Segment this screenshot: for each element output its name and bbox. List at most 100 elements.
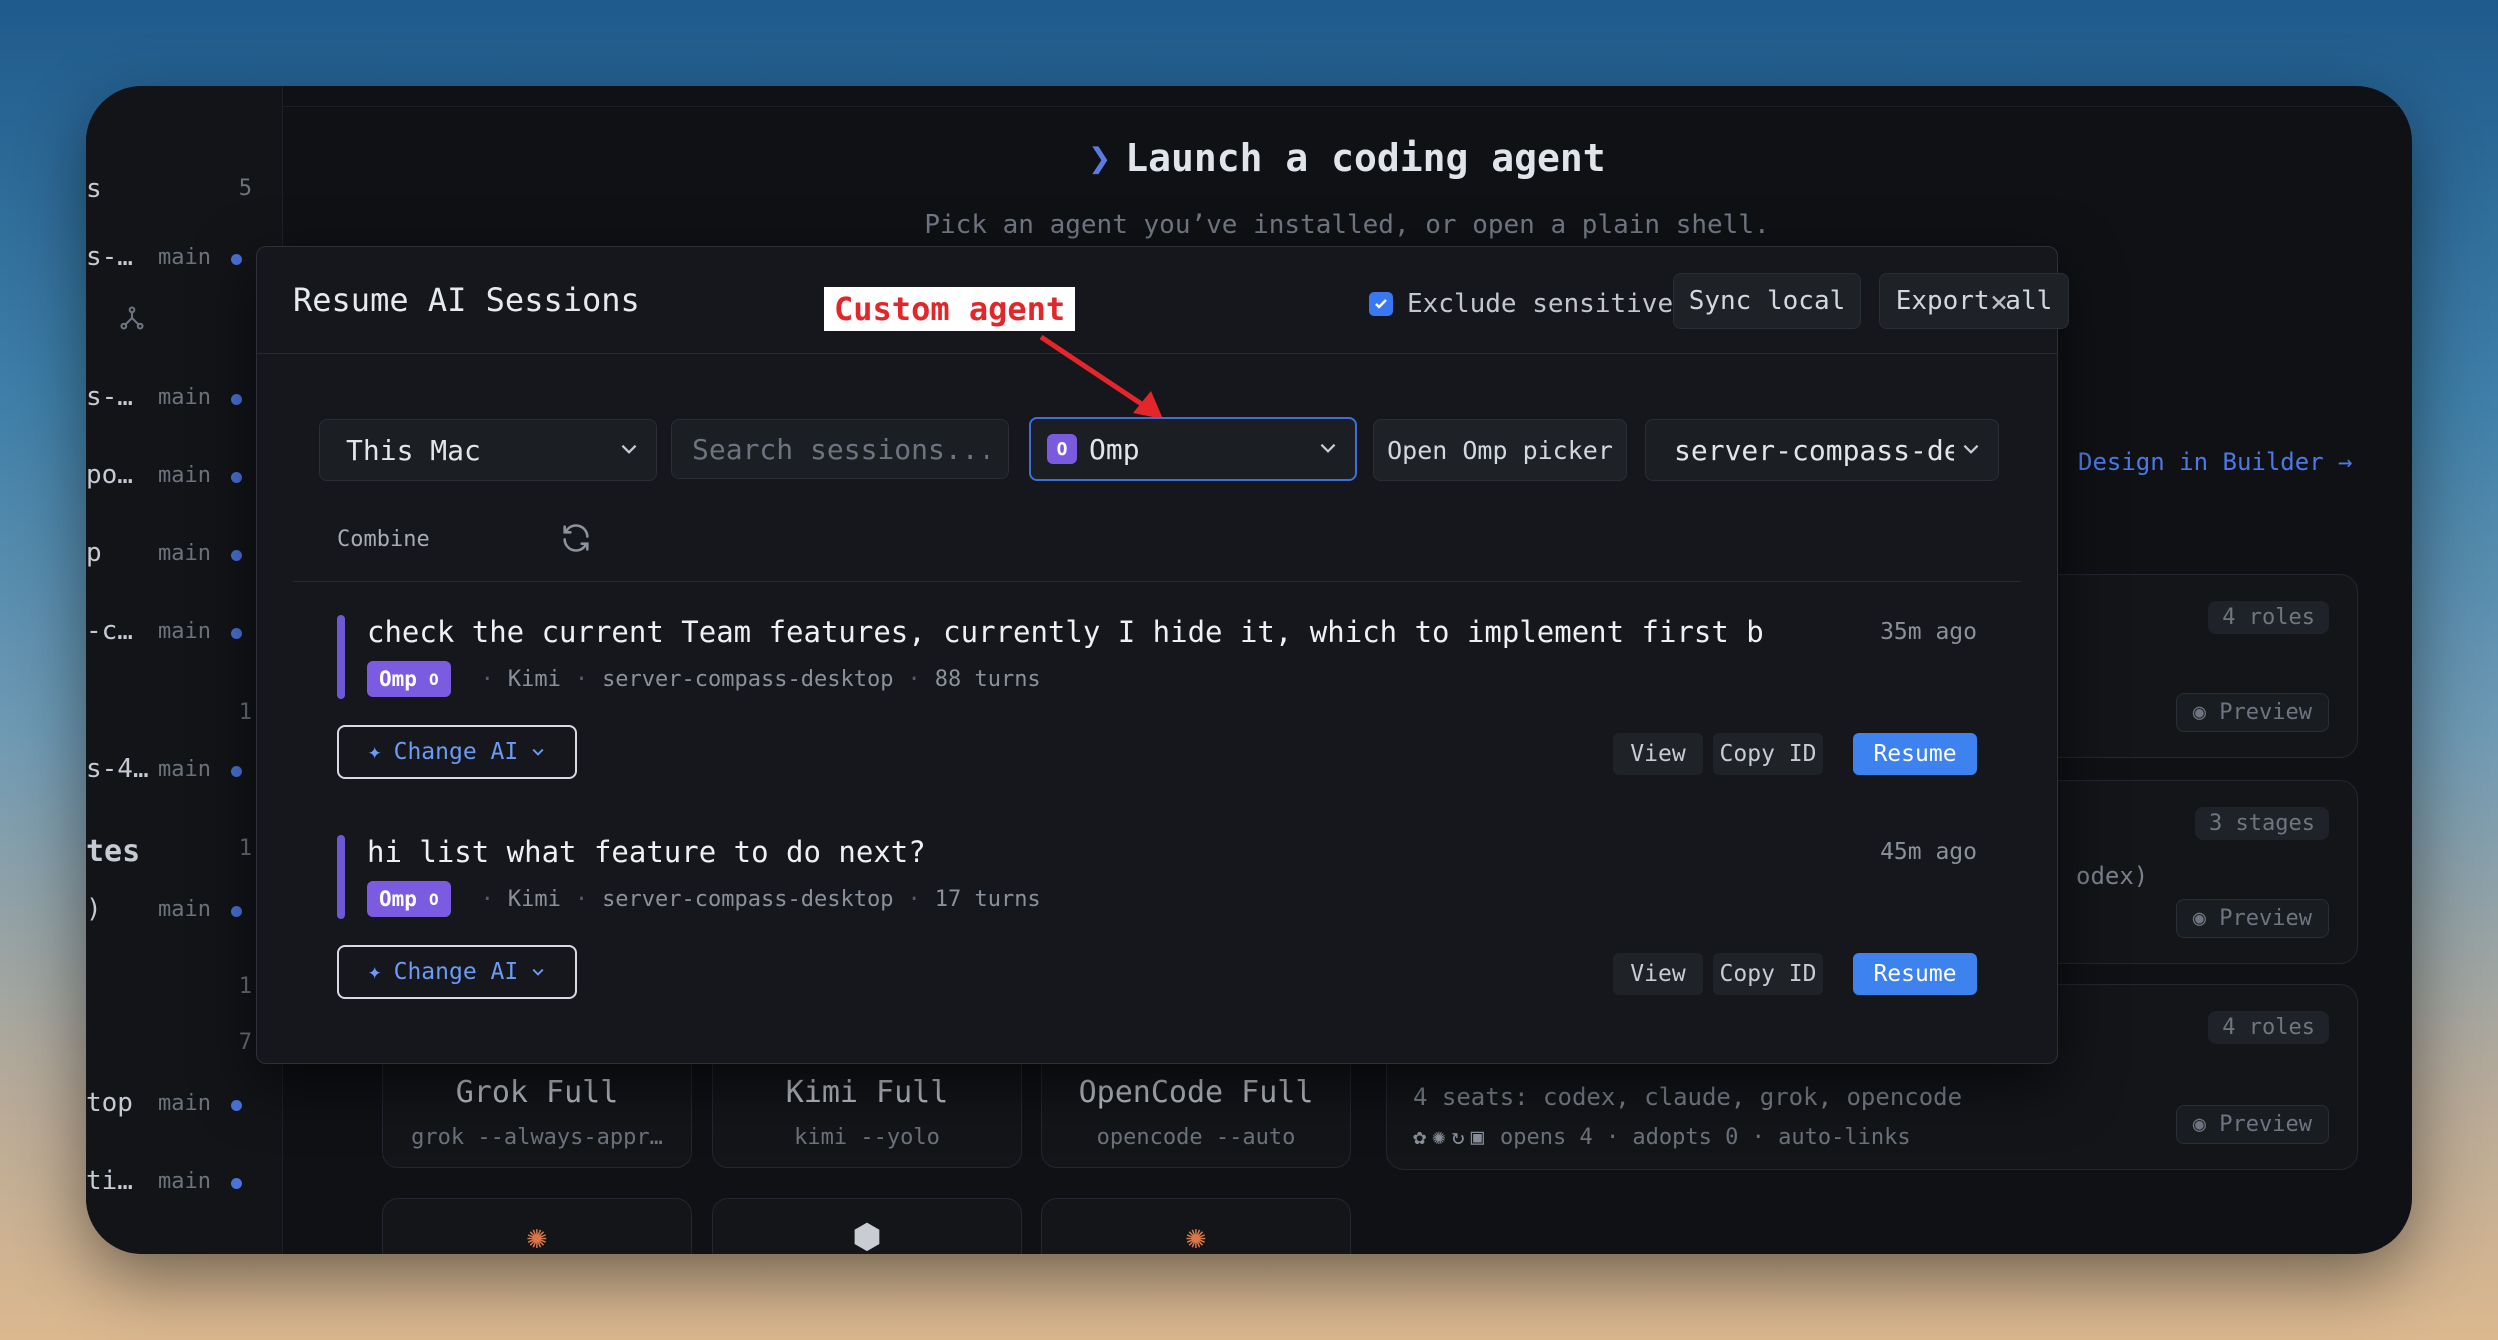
launcher-title: ❯ Launch a coding agent	[1088, 136, 1606, 180]
view-button[interactable]: View	[1613, 733, 1703, 775]
change-ai-button[interactable]: ✦ Change AI	[337, 945, 577, 999]
project-value: server-compass-de	[1674, 433, 1954, 467]
sidebar-item-label: ti…	[86, 1166, 133, 1196]
sidebar-item-label: p	[86, 538, 102, 568]
agent-tag: Omp O	[367, 881, 451, 917]
team-meta: ✿✺↻▣ opens 4 · adopts 0 · auto-links	[1413, 1125, 1911, 1150]
chevron-down-icon	[1963, 444, 1979, 454]
omp-icon: O	[428, 889, 439, 909]
sidebar-item[interactable]: 7	[86, 1028, 282, 1068]
agent-command: grok --always-appr…	[411, 1125, 663, 1150]
agent-card-lower-3[interactable]: ✺	[1041, 1198, 1351, 1254]
search-input[interactable]	[671, 419, 1009, 479]
change-ai-button[interactable]: ✦ Change AI	[337, 725, 577, 779]
session-item[interactable]: check the current Team features, current…	[337, 615, 1977, 815]
agent-card-lower-1[interactable]: ✺	[382, 1198, 692, 1254]
count-badge: 5	[238, 176, 252, 201]
copy-id-button[interactable]: Copy ID	[1713, 953, 1823, 995]
agent-icons: ✿✺↻▣	[1413, 1125, 1490, 1150]
sidebar-item-label: s-4…	[86, 754, 149, 784]
claude-icon: ✺	[1185, 1217, 1207, 1254]
sidebar-item-label: s-…	[86, 242, 133, 272]
omp-icon: O	[428, 669, 439, 689]
preview-button[interactable]: ◉ Preview	[2175, 899, 2329, 938]
session-meta: Omp O · Kimi · server-compass-desktop · 1…	[367, 881, 1041, 917]
status-dot	[231, 472, 242, 483]
app-window: s 5 s-… main s-… main po… main p main -c… main 1 s-4……	[86, 86, 2412, 1254]
count-badge: 1	[238, 700, 252, 725]
source-value: This Mac	[346, 433, 481, 467]
count-badge: 1	[238, 974, 252, 999]
sidebar-item[interactable]: tes 1	[86, 834, 282, 874]
resume-button[interactable]: Resume	[1853, 733, 1977, 775]
sidebar-item[interactable]: s-4… main	[86, 754, 282, 794]
sidebar-item[interactable]: 1	[86, 698, 282, 738]
branch-label: main	[158, 897, 211, 922]
eye-icon: ◉	[2192, 700, 2207, 725]
session-project: server-compass-desktop	[602, 886, 894, 912]
divider	[293, 581, 2021, 582]
sync-local-button[interactable]: Sync local	[1673, 273, 1861, 329]
sidebar-item[interactable]: po… main	[86, 460, 282, 500]
agent-command: kimi --yolo	[794, 1125, 940, 1150]
resume-button[interactable]: Resume	[1853, 953, 1977, 995]
refresh-icon[interactable]	[559, 521, 593, 555]
checkbox[interactable]	[1369, 292, 1393, 316]
view-button[interactable]: View	[1613, 953, 1703, 995]
session-turns: 88 turns	[934, 666, 1041, 692]
agent-tag: Omp O	[367, 661, 451, 697]
branch-label: main	[158, 385, 211, 410]
combine-button[interactable]: Combine	[337, 527, 430, 552]
exclude-sensitive-toggle[interactable]: Exclude sensitive	[1369, 289, 1673, 319]
sidebar-item-label: )	[86, 894, 102, 924]
preview-button[interactable]: ◉ Preview	[2175, 693, 2329, 732]
agent-card-lower-2[interactable]: ⬢	[712, 1198, 1022, 1254]
export-all-button[interactable]: Export all	[1879, 273, 2069, 329]
chevron-icon: ❯	[1088, 136, 1112, 180]
count-badge: 1	[238, 836, 252, 861]
status-dot	[231, 766, 242, 777]
agent-value: Omp	[1089, 432, 1140, 466]
sidebar-item[interactable]: ti… main	[86, 1166, 282, 1206]
agent-command: opencode --auto	[1096, 1125, 1296, 1150]
sidebar-item-label: po…	[86, 460, 133, 490]
session-accent-bar	[337, 835, 345, 919]
chevron-down-icon	[1320, 443, 1336, 453]
session-item[interactable]: hi list what feature to do next? 45m ago…	[337, 835, 1977, 1035]
sparkle-icon: ✦	[367, 739, 382, 765]
open-omp-picker-button[interactable]: Open Omp picker	[1373, 419, 1627, 481]
session-title: hi list what feature to do next?	[367, 835, 926, 869]
session-title: check the current Team features, current…	[367, 615, 1764, 649]
preview-button[interactable]: ◉ Preview	[2175, 1105, 2329, 1144]
source-dropdown[interactable]: This Mac	[319, 419, 657, 481]
branch-label: main	[158, 463, 211, 488]
sidebar-item[interactable]: ) main	[86, 894, 282, 934]
design-in-builder-link[interactable]: Design in Builder →	[2078, 448, 2353, 476]
status-dot	[231, 1100, 242, 1111]
close-icon[interactable]: ×	[1990, 285, 2008, 320]
status-dot	[231, 394, 242, 405]
fork-icon[interactable]	[118, 304, 146, 332]
sidebar-item[interactable]: p main	[86, 538, 282, 578]
chevron-down-icon	[532, 968, 544, 976]
agent-title: Grok Full	[455, 1075, 619, 1110]
sidebar-item[interactable]: s-… main	[86, 382, 282, 422]
eye-icon: ◉	[2192, 906, 2207, 931]
sidebar-item-label: -c…	[86, 616, 133, 646]
sidebar-item[interactable]: -c… main	[86, 616, 282, 656]
team-description: 4 seats: codex, claude, grok, opencode	[1413, 1083, 1963, 1111]
agent-title: Kimi Full	[785, 1075, 949, 1110]
project-dropdown[interactable]: server-compass-de	[1645, 419, 1999, 481]
sidebar-item[interactable]: s-… main	[86, 242, 282, 282]
sidebar-item[interactable]: 1	[86, 972, 282, 1012]
sidebar-item[interactable]: top main	[86, 1088, 282, 1128]
session-model: Kimi	[507, 886, 561, 912]
sidebar-item-label: top	[86, 1088, 133, 1118]
status-dot	[231, 906, 242, 917]
agent-dropdown[interactable]: O Omp	[1029, 417, 1357, 481]
session-turns: 17 turns	[934, 886, 1041, 912]
copy-id-button[interactable]: Copy ID	[1713, 733, 1823, 775]
branch-label: main	[158, 619, 211, 644]
stages-badge: 3 stages	[2195, 807, 2329, 840]
sidebar-item[interactable]: s5	[86, 174, 282, 214]
